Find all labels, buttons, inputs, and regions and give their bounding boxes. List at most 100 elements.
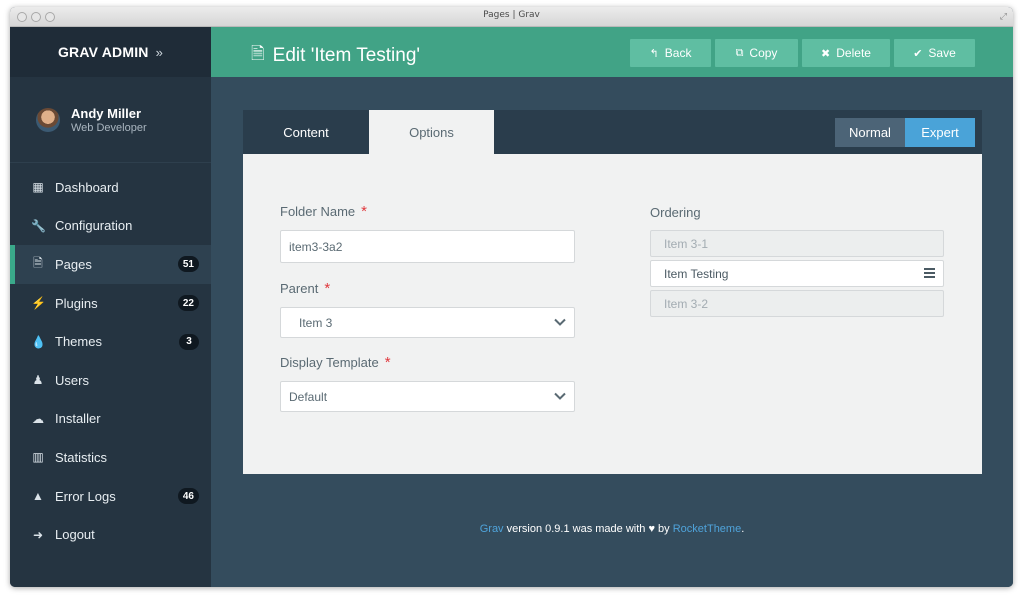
sidebar-item-label: Plugins (55, 295, 98, 311)
collapse-sidebar-icon[interactable]: » (156, 45, 163, 60)
sidebar-item-users[interactable]: ♟ Users (10, 361, 211, 400)
edit-card: Content Options Normal Expert Folder Nam… (243, 110, 982, 474)
bar-chart-icon: ▥ (32, 450, 44, 465)
ordering-item-label: Item 3-1 (664, 236, 709, 251)
sidebar-item-installer[interactable]: ☁ Installer (10, 400, 211, 439)
folder-name-value: item3-3a2 (289, 239, 343, 254)
display-template-label: Display Template * (280, 354, 391, 371)
count-badge: 22 (177, 295, 199, 312)
brand-title: GRAV ADMIN (57, 44, 149, 60)
footer-text-by: by (655, 523, 673, 535)
plug-icon: ⚡ (31, 296, 46, 311)
copy-button[interactable]: ⧉ Copy (715, 39, 798, 67)
copy-button-label: Copy (749, 46, 778, 60)
display-template-label-text: Display Template (280, 355, 379, 370)
ordering-item[interactable]: Item 3-2 (650, 290, 944, 317)
parent-label-text: Parent (280, 281, 319, 296)
sidebar-item-label: Themes (55, 334, 102, 350)
sidebar-item-dashboard[interactable]: ▦ Dashboard (10, 168, 211, 207)
parent-select[interactable]: Item 3 (280, 307, 575, 338)
mode-expert-button[interactable]: Expert (905, 118, 975, 147)
tab-content[interactable]: Content (243, 110, 369, 154)
reply-icon: ↰ (649, 47, 659, 60)
user-profile[interactable]: Andy Miller Web Developer (10, 77, 211, 163)
user-icon: ♟ (32, 373, 44, 388)
drag-handle-icon[interactable] (924, 268, 935, 278)
back-button-label: Back (664, 46, 692, 60)
count-badge: 51 (177, 256, 199, 273)
delete-button-label: Delete (836, 46, 871, 60)
save-button-label: Save (928, 46, 956, 60)
tab-bar: Content Options Normal Expert (243, 110, 982, 154)
page-title-text: Edit 'Item Testing' (272, 44, 421, 66)
parent-label: Parent * (280, 280, 330, 297)
sidebar-item-statistics[interactable]: ▥ Statistics (10, 438, 211, 477)
window-title: Pages | Grav (483, 10, 540, 20)
ordering-item[interactable]: Item 3-1 (650, 230, 944, 257)
folder-name-label-text: Folder Name (280, 204, 356, 219)
required-mark: * (384, 354, 391, 371)
cloud-download-icon: ☁ (32, 411, 44, 426)
sidebar-item-error-logs[interactable]: ▲ Error Logs 46 (10, 477, 211, 516)
sidebar-item-label: Configuration (55, 218, 133, 234)
th-icon: ▦ (32, 180, 44, 195)
file-icon: 🗎 (251, 44, 265, 63)
close-icon: ✖ (821, 47, 831, 60)
rockettheme-link[interactable]: RocketTheme (673, 523, 741, 535)
parent-select-value: Item 3 (299, 315, 333, 330)
sidebar-item-plugins[interactable]: ⚡ Plugins 22 (10, 284, 211, 323)
sidebar-item-label: Logout (55, 527, 95, 543)
sign-out-icon: ➜ (32, 527, 44, 542)
avatar (36, 107, 60, 132)
chevron-down-icon (554, 392, 566, 400)
copy-icon: ⧉ (735, 46, 744, 59)
required-mark: * (361, 203, 367, 220)
sidebar-item-pages[interactable]: 🗎 Pages 51 (10, 245, 211, 284)
check-icon: ✔ (913, 47, 923, 60)
footer: Grav version 0.9.1 was made with ♥ by Ro… (211, 523, 1013, 535)
grav-link[interactable]: Grav (480, 523, 504, 535)
fullscreen-icon[interactable]: ⤢ (1000, 11, 1007, 22)
display-template-select[interactable]: Default (280, 381, 575, 412)
user-role: Web Developer (71, 121, 147, 134)
warning-icon: ▲ (32, 489, 44, 504)
footer-text: version 0.9.1 was made with (503, 523, 649, 535)
delete-button[interactable]: ✖ Delete (802, 39, 890, 67)
main-content: Content Options Normal Expert Folder Nam… (211, 77, 1013, 587)
user-name: Andy Miller (71, 105, 142, 121)
brand[interactable]: GRAV ADMIN » (10, 27, 211, 77)
chevron-down-icon (554, 318, 566, 326)
sidebar-item-label: Dashboard (55, 179, 119, 195)
sidebar: GRAV ADMIN » Andy Miller Web Developer ▦… (10, 27, 211, 587)
sidebar-item-label: Statistics (55, 449, 108, 465)
back-button[interactable]: ↰ Back (630, 39, 711, 67)
tab-options[interactable]: Options (369, 110, 494, 154)
sidebar-item-themes[interactable]: 💧 Themes 3 (10, 322, 211, 361)
count-badge: 3 (179, 333, 199, 350)
page-title: 🗎 Edit 'Item Testing' (251, 41, 420, 70)
display-template-value: Default (289, 389, 328, 404)
mode-normal-button[interactable]: Normal (835, 118, 905, 147)
file-icon: 🗎 (33, 255, 43, 270)
sidebar-item-label: Users (55, 372, 89, 388)
sidebar-item-label: Error Logs (55, 488, 116, 504)
title-bar: Pages | Grav ⤢ (10, 7, 1013, 27)
folder-name-field[interactable]: item3-3a2 (280, 230, 575, 263)
ordering-item-label: Item Testing (664, 266, 729, 281)
ordering-item-current[interactable]: Item Testing (650, 260, 944, 287)
sidebar-item-logout[interactable]: ➜ Logout (10, 515, 211, 554)
sidebar-nav: ▦ Dashboard 🔧 Configuration 🗎 Pages 51 ⚡… (10, 163, 211, 554)
app-window: Pages | Grav ⤢ GRAV ADMIN » Andy Miller … (10, 7, 1013, 587)
count-badge: 46 (177, 488, 199, 505)
save-button[interactable]: ✔ Save (894, 39, 975, 67)
sidebar-item-configuration[interactable]: 🔧 Configuration (10, 207, 211, 246)
footer-text-end: . (741, 523, 745, 535)
sidebar-item-label: Pages (55, 256, 92, 272)
required-mark: * (324, 280, 331, 297)
sidebar-item-label: Installer (55, 411, 101, 427)
wrench-icon: 🔧 (31, 218, 46, 233)
ordering-label: Ordering (650, 205, 701, 220)
folder-name-label: Folder Name * (280, 203, 367, 220)
ordering-item-label: Item 3-2 (664, 296, 709, 311)
tint-icon: 💧 (31, 334, 46, 349)
